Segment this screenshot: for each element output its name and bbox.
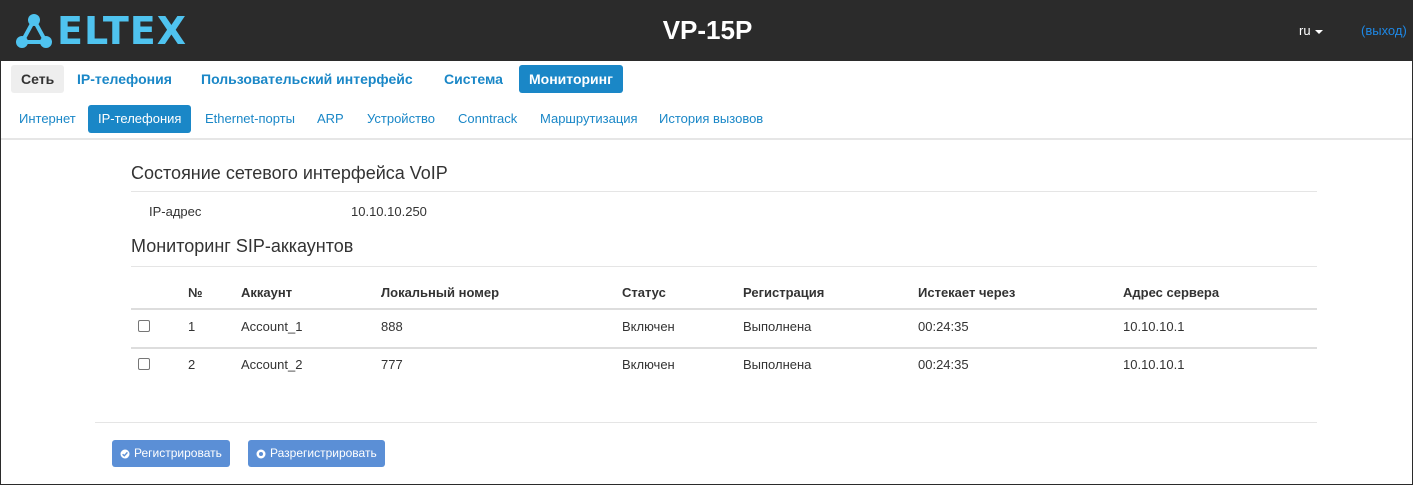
column-header-status: Статус xyxy=(622,285,666,300)
cell-number: 2 xyxy=(188,357,196,372)
sub-nav-item-arp[interactable]: ARP xyxy=(307,105,354,133)
main-nav-item-network[interactable]: Сеть xyxy=(11,65,65,93)
cell-status: Включен xyxy=(622,357,675,372)
sub-nav-item-routing[interactable]: Маршрутизация xyxy=(530,105,648,133)
sub-nav-item-device[interactable]: Устройство xyxy=(357,105,445,133)
cell-account: Account_2 xyxy=(241,357,303,372)
sub-nav-item-ip-telephony[interactable]: IP-телефония xyxy=(88,105,192,133)
app-window: ELTEX VP-15P ru (выход) Сеть IP-телефони… xyxy=(0,0,1413,485)
device-title: VP-15P xyxy=(662,15,753,45)
column-header-account: Аккаунт xyxy=(241,285,293,300)
unregister-button[interactable]: Разрегистрировать xyxy=(248,440,385,467)
top-bar: ELTEX VP-15P ru (выход) xyxy=(1,1,1412,61)
cell-expires: 00:24:35 xyxy=(918,319,969,334)
stop-circle-icon xyxy=(256,449,266,458)
sip-section-divider xyxy=(131,266,1317,267)
sub-nav: Интернет IP-телефония Ethernet-порты ARP… xyxy=(1,105,1412,135)
voip-section-divider xyxy=(131,191,1317,192)
main-nav-item-system[interactable]: Система xyxy=(434,65,513,93)
cell-account: Account_1 xyxy=(241,319,303,334)
column-header-local-number: Локальный номер xyxy=(381,285,500,300)
voip-section-title: Состояние сетевого интерфейса VoIP xyxy=(131,163,448,183)
sub-nav-item-ethernet-ports[interactable]: Ethernet-порты xyxy=(195,105,305,133)
footer-divider xyxy=(95,422,1317,423)
main-nav-item-ip-telephony[interactable]: IP-телефония xyxy=(67,65,182,93)
register-button[interactable]: Регистрировать xyxy=(112,440,230,467)
column-header-expires: Истекает через xyxy=(918,285,1016,300)
logout-link[interactable]: (выход) xyxy=(1361,23,1407,39)
check-circle-icon xyxy=(120,449,130,458)
main-nav: Сеть IP-телефония Пользовательский интер… xyxy=(1,63,1412,95)
cell-local-number: 777 xyxy=(381,357,403,372)
cell-registration: Выполнена xyxy=(743,357,812,372)
ip-address-label: IP-адрес xyxy=(149,204,202,219)
register-button-label: Регистрировать xyxy=(134,446,222,460)
subnav-divider xyxy=(1,138,1412,140)
sub-nav-item-call-history[interactable]: История вызовов xyxy=(649,105,773,133)
language-dropdown[interactable]: ru xyxy=(1299,23,1323,39)
column-header-number: № xyxy=(188,285,203,300)
main-nav-item-user-interface[interactable]: Пользовательский интерфейс xyxy=(191,65,423,93)
cell-local-number: 888 xyxy=(381,319,403,334)
cell-registration: Выполнена xyxy=(743,319,812,334)
sub-nav-item-conntrack[interactable]: Conntrack xyxy=(448,105,527,133)
column-header-server-address: Адрес сервера xyxy=(1123,285,1220,300)
unregister-button-label: Разрегистрировать xyxy=(270,446,377,460)
cell-status: Включен xyxy=(622,319,675,334)
sub-nav-item-internet[interactable]: Интернет xyxy=(9,105,86,133)
sip-section-title: Мониторинг SIP-аккаунтов xyxy=(131,236,354,256)
table-header-divider xyxy=(131,308,1317,310)
main-nav-item-monitoring[interactable]: Мониторинг xyxy=(519,65,623,93)
row-checkbox[interactable] xyxy=(138,320,150,332)
caret-down-icon xyxy=(1314,29,1323,34)
table-row-divider xyxy=(131,347,1317,349)
language-label: ru xyxy=(1299,23,1311,38)
cell-expires: 00:24:35 xyxy=(918,357,969,372)
cell-number: 1 xyxy=(188,319,196,334)
cell-server-address: 10.10.10.1 xyxy=(1123,319,1185,334)
cell-server-address: 10.10.10.1 xyxy=(1123,357,1185,372)
column-header-registration: Регистрация xyxy=(743,285,825,300)
row-checkbox[interactable] xyxy=(138,358,150,370)
ip-address-value: 10.10.10.250 xyxy=(351,204,427,219)
